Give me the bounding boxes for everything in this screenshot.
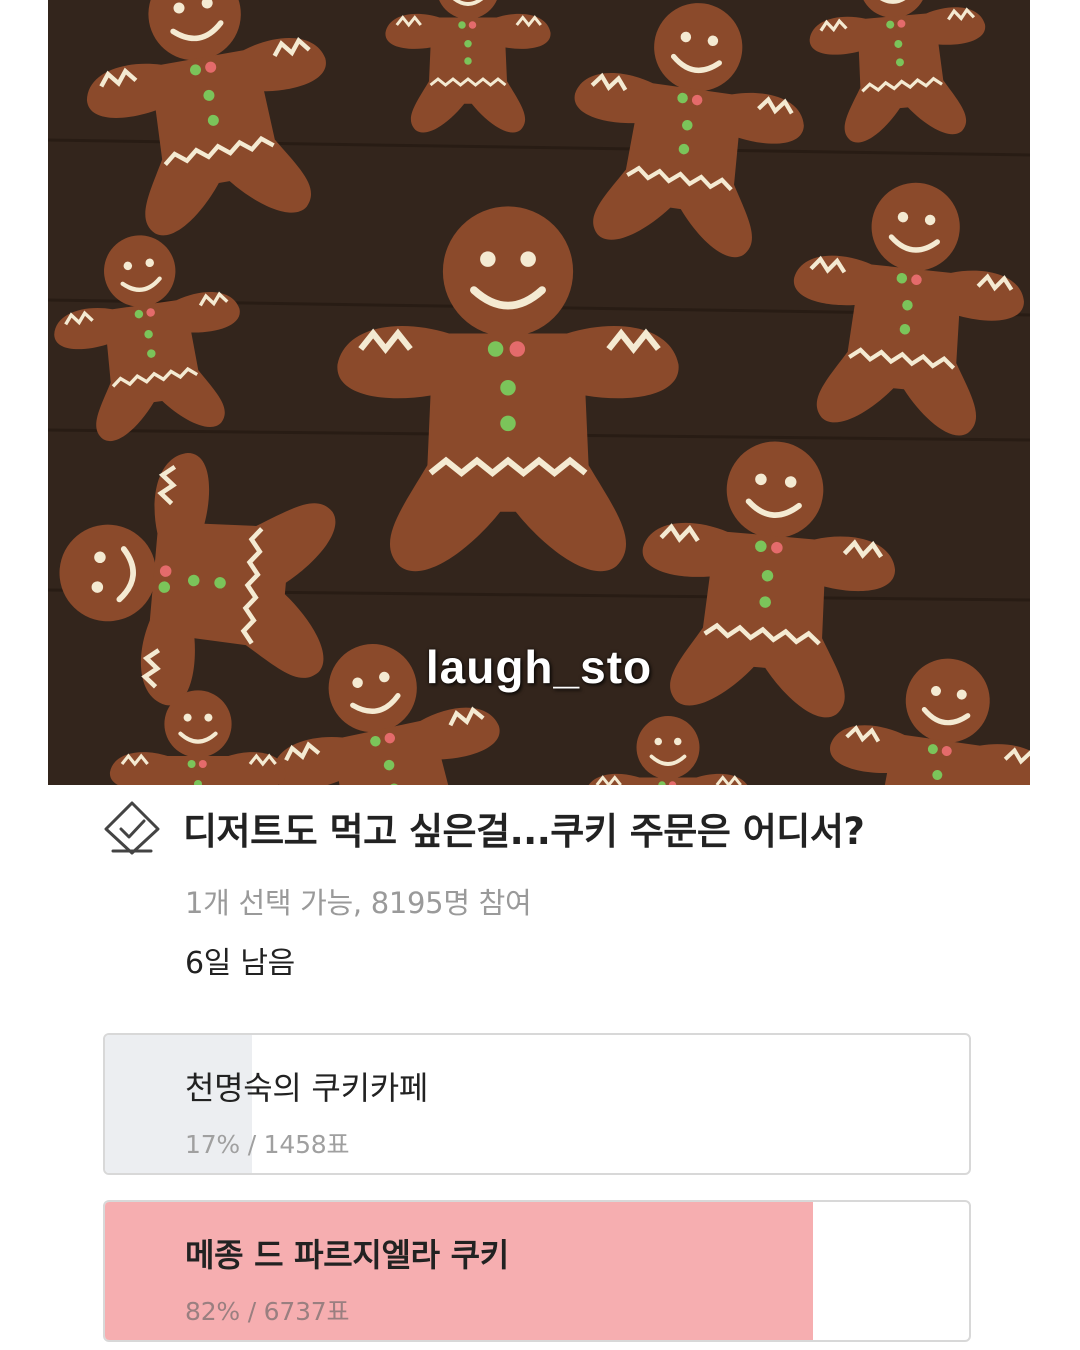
check-ballot-icon [104, 801, 160, 855]
gingerbread-photo: laugh_sto [48, 0, 1030, 785]
poll-remaining: 6일 남음 [185, 946, 295, 981]
poll-option-result: 82% / 6737표 [185, 1297, 350, 1326]
poll-option-1[interactable]: 천명숙의 쿠키카페 17% / 1458표 [103, 1033, 971, 1175]
poll-option-2[interactable]: 메종 드 파르지엘라 쿠키 82% / 6737표 [103, 1200, 971, 1342]
poll-option-label: 천명숙의 쿠키카페 [185, 1069, 428, 1107]
watermark: laugh_sto [425, 641, 653, 693]
poll-header: 디저트도 먹고 싶은걸...쿠키 주문은 어디서? [103, 798, 983, 858]
poll-option-label: 메종 드 파르지엘라 쿠키 [185, 1236, 509, 1274]
poll-option-result: 17% / 1458표 [185, 1130, 350, 1159]
poll-title: 디저트도 먹고 싶은걸...쿠키 주문은 어디서? [183, 810, 865, 853]
poll-meta: 1개 선택 가능, 8195명 참여 [185, 886, 532, 920]
